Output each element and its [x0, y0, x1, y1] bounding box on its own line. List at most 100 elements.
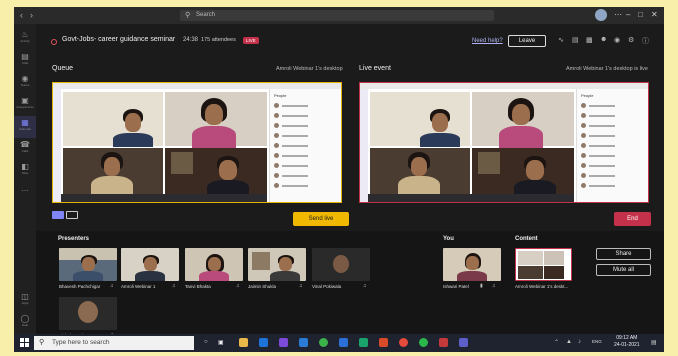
participant-name-bar [282, 154, 308, 157]
user-avatar[interactable] [595, 9, 607, 21]
minimize-icon[interactable]: – [626, 10, 630, 19]
mute-all-button[interactable]: Mute all [596, 264, 651, 276]
rail-item-apps[interactable]: ◫ Apps [14, 290, 36, 312]
visual-studio-icon[interactable] [279, 338, 288, 347]
info-icon[interactable]: ⓘ [642, 36, 649, 46]
person-body [135, 271, 165, 281]
maximize-icon[interactable]: □ [638, 10, 643, 19]
people-icon[interactable]: ☻ [600, 36, 607, 43]
close-icon[interactable]: ✕ [651, 10, 658, 19]
queue-preview[interactable]: People [52, 82, 342, 203]
presenter-video-vinal[interactable] [312, 248, 370, 281]
need-help-link[interactable]: Need help? [472, 38, 503, 44]
person-body [499, 126, 543, 148]
participant-row [581, 133, 641, 139]
network-icon[interactable]: ▲ [566, 339, 572, 345]
my-video[interactable] [443, 248, 501, 281]
content-share-thumb[interactable] [515, 248, 572, 281]
taskbar-search-input[interactable]: ⚲ Type here to search [34, 336, 194, 350]
excel-icon[interactable] [359, 338, 368, 347]
powerpoint-icon[interactable] [379, 338, 388, 347]
chrome-icon[interactable] [319, 338, 328, 347]
layout-toggle[interactable] [52, 210, 80, 220]
windows-taskbar: ⚲ Type here to search ○ ▣ ⌃ ▲ ♪ ENG 09:1… [14, 334, 664, 352]
file-explorer-icon[interactable] [239, 338, 248, 347]
taskbar-clock[interactable]: 09:12 AM 24-01-2021 [614, 335, 640, 349]
edge-icon[interactable] [339, 338, 348, 347]
app-icon[interactable] [439, 338, 448, 347]
presenter-video-bhavesh[interactable] [59, 248, 117, 281]
rail-item-activity[interactable]: ♨ Activity [14, 28, 36, 50]
teams-taskbar-icon[interactable] [459, 338, 468, 347]
volume-icon[interactable]: ♪ [578, 339, 581, 345]
participants-area [36, 231, 664, 334]
back-arrow-icon[interactable]: ‹ [20, 10, 23, 20]
video-tile [544, 251, 564, 265]
presenter-video-amroli[interactable] [121, 248, 179, 281]
presenter-video-jaimin[interactable] [248, 248, 306, 281]
rail-label: Calendar [18, 127, 32, 131]
end-button[interactable]: End [614, 212, 651, 226]
video-tile [165, 92, 267, 148]
presenter-video-tanvi[interactable] [185, 248, 243, 281]
browser-icon[interactable] [399, 338, 408, 347]
leave-button[interactable]: Leave [508, 35, 546, 47]
rail-item-teams[interactable]: ◉ Teams [14, 72, 36, 94]
participant-name-bar [282, 174, 308, 177]
mic-icon[interactable]: ♫ [236, 283, 240, 289]
mic-icon[interactable]: ♫ [299, 283, 303, 289]
participant-name-bar [589, 174, 615, 177]
person-face [125, 113, 141, 132]
forward-arrow-icon[interactable]: › [30, 10, 33, 20]
rail-item-more[interactable]: ... [14, 182, 36, 204]
whatsapp-icon[interactable] [419, 338, 428, 347]
participant-name-bar [282, 134, 308, 137]
input-language[interactable]: ENG [592, 339, 602, 344]
participant-avatar [581, 103, 586, 108]
participant-row [274, 123, 334, 129]
mic-icon[interactable]: ♫ [363, 283, 367, 289]
split-layout-icon[interactable] [66, 211, 78, 219]
more-icon: ... [21, 184, 29, 193]
rail-item-calls[interactable]: ☎ Calls [14, 138, 36, 160]
cortana-icon[interactable]: ○ [204, 339, 208, 345]
notification-icon[interactable]: ▤ [651, 339, 657, 346]
health-icon[interactable]: ∿ [558, 36, 564, 44]
more-options-icon[interactable]: ⋯ [614, 10, 622, 19]
windows-start-icon[interactable] [20, 338, 30, 348]
content-name: Amroli Webinar 1's deskt... [515, 284, 569, 289]
rail-item-calendar[interactable]: ▦ Calendar [14, 116, 36, 138]
qa-icon[interactable]: ◉ [614, 36, 620, 44]
chat-icon: ▤ [21, 52, 29, 61]
rail-item-chat[interactable]: ▤ Chat [14, 50, 36, 72]
rail-item-help[interactable]: ◯ Help [14, 312, 36, 334]
live-event-preview[interactable]: People [359, 82, 649, 203]
live-event-label: Live event [359, 65, 391, 72]
presenter-video-vishal[interactable] [59, 297, 117, 330]
send-live-button[interactable]: Send live [293, 212, 349, 226]
task-view-icon[interactable]: ▣ [218, 339, 224, 346]
content-label: Content [515, 236, 538, 242]
tray-up-arrow-icon[interactable]: ⌃ [554, 339, 559, 346]
camera-icon[interactable]: ▮ [480, 283, 483, 289]
vscode-icon[interactable] [299, 338, 308, 347]
single-layout-icon[interactable] [52, 211, 64, 219]
settings-icon[interactable]: ⚙ [628, 36, 634, 44]
rail-item-assignments[interactable]: ▣ Assignments [14, 94, 36, 116]
notes-icon[interactable]: ▤ [572, 36, 579, 44]
store-icon[interactable] [259, 338, 268, 347]
share-button[interactable]: Share [596, 248, 651, 260]
recording-indicator-icon [51, 39, 57, 45]
chat-icon[interactable]: ▩ [586, 36, 593, 44]
participant-avatar [274, 113, 279, 118]
mic-icon[interactable]: ♫ [110, 283, 114, 289]
rail-item-files[interactable]: ◧ Files [14, 160, 36, 182]
participant-avatar [581, 183, 586, 188]
participant-name-bar [589, 184, 615, 187]
participant-name-bar [589, 124, 615, 127]
presenter-name: Amroli Webinar 1 [121, 284, 156, 289]
mic-icon[interactable]: ♫ [172, 283, 176, 289]
search-input[interactable]: ⚲ Search [180, 10, 494, 21]
assignments-icon: ▣ [21, 96, 29, 105]
mic-icon[interactable]: ♫ [492, 283, 496, 289]
